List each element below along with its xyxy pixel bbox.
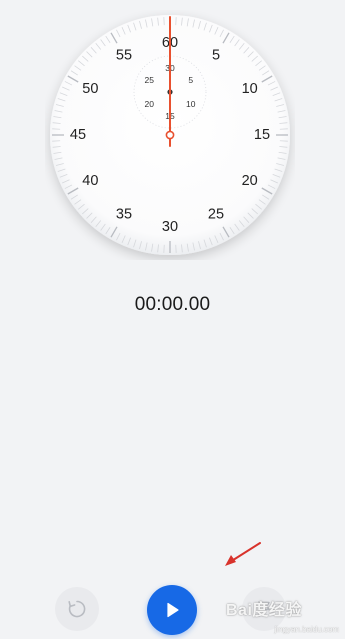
dial-number: 55 <box>116 47 132 63</box>
dial-number: 30 <box>162 219 178 235</box>
stopwatch-dial: 60510152025303540455055 30510152025 <box>45 10 295 260</box>
dial-number: 50 <box>82 81 98 97</box>
elapsed-time: 00:00.00 <box>134 294 211 315</box>
watermark-main-text: Bai度经验 <box>226 602 302 619</box>
baidu-watermark: Bai度经验 jingyan.baidu.com <box>218 592 343 636</box>
dial-number: 25 <box>208 207 224 223</box>
sub-dial-number: 20 <box>144 99 154 109</box>
dial-number: 5 <box>212 47 220 63</box>
sub-dial-number: 25 <box>144 75 154 85</box>
dial-number: 45 <box>70 127 86 143</box>
stopwatch-screen: 60510152025303540455055 30510152025 00:0… <box>0 0 345 639</box>
annotation-arrow <box>225 542 261 566</box>
sub-dial-number: 10 <box>186 99 196 109</box>
dial-graphic: 60510152025303540455055 30510152025 <box>50 15 290 255</box>
dial-number: 10 <box>242 81 258 97</box>
reset-button[interactable] <box>55 587 99 631</box>
watermark-sub-text: jingyan.baidu.com <box>274 625 339 634</box>
dial-number: 35 <box>116 207 132 223</box>
dial-number: 15 <box>254 127 270 143</box>
reset-icon <box>68 600 86 618</box>
dial-number: 20 <box>242 173 258 189</box>
play-icon <box>167 602 179 618</box>
sub-dial-number: 5 <box>188 75 193 85</box>
start-button[interactable] <box>147 585 197 635</box>
dial-number: 40 <box>82 173 98 189</box>
hand-pivot <box>165 130 175 140</box>
